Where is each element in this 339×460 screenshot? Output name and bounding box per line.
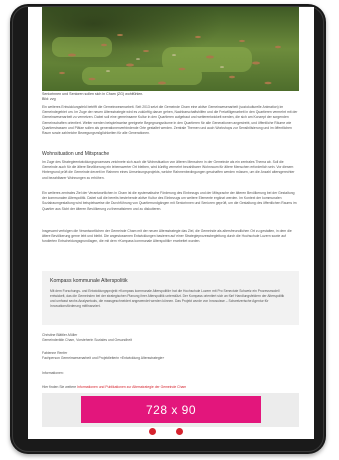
ad-banner[interactable]: 728 x 90 [81,396,261,423]
pager-dot-1[interactable] [149,428,156,435]
author-2-role: Fachperson Gemeinwesenarbeit und Projekt… [42,355,165,360]
section-heading-wohnsituation: Wohnsituation und Mitsprache [42,151,110,157]
info-box-text: Mit dem Forschungs- und Entwicklungsproj… [50,289,285,308]
photo-caption-text: Seniorinnen und Senioren sollen sich in … [42,92,144,96]
info-link[interactable]: Informationen und Publikationen zur Alte… [77,385,186,389]
photo-caption: Seniorinnen und Senioren sollen sich in … [42,92,299,101]
author-2: Fabienne Renfer Fachperson Gemeinwesenar… [42,351,164,360]
photo-credit: Bild: zvg [42,96,56,101]
intro-paragraph: Ein weiteres Entwicklungsfeld betrifft d… [42,105,298,136]
info-label: Informationen: [42,371,64,375]
author-1-role: Gemeinderätin Cham, Vorsteherin Soziales… [42,337,132,342]
article-photo [42,7,299,91]
paragraph-wohnsituation: Im Zuge des Strategieentwicklungsprozess… [42,160,295,180]
paragraph-altersstrategie: Insgesamt verfolgen die Verantwortlichen… [42,229,292,244]
info-line: Hier finden Sie weitere Informationen un… [42,385,186,389]
info-box-kompass: Kompass kommunale Alterspolitik Mit dem … [42,271,299,325]
tablet-screen: Seniorinnen und Senioren sollen sich in … [28,7,314,439]
info-prefix: Hier finden Sie weitere [42,385,77,389]
info-box-title: Kompass kommunale Alterspolitik [50,278,128,284]
ad-container: 728 x 90 [42,393,299,427]
pager-dot-2[interactable] [176,428,183,435]
author-1: Christine Blättler-Müller Gemeinderätin … [42,333,132,342]
paragraph-mitsprache: Ein weiteres zentrales Ziel der Verantwo… [42,191,297,211]
